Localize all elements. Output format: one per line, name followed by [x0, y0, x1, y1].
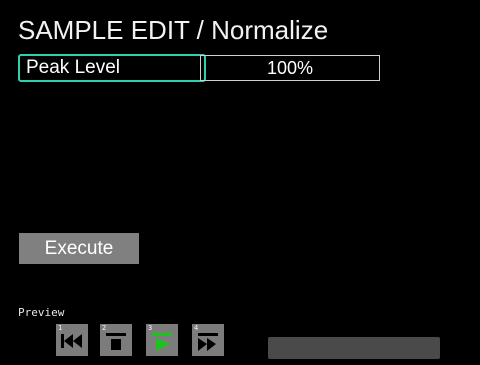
peak-level-value[interactable]: 100% [200, 55, 380, 81]
rewind-to-start-icon [61, 334, 82, 348]
stop-button[interactable]: 2 [100, 324, 132, 356]
page-title: SAMPLE EDIT / Normalize [18, 15, 329, 45]
peak-level-row: Peak Level 100% [18, 54, 380, 82]
stop-icon [106, 333, 126, 350]
execute-button[interactable]: Execute [19, 233, 139, 264]
rewind-to-start-button[interactable]: 1 [56, 324, 88, 356]
play-icon [152, 333, 172, 351]
fast-forward-icon [198, 333, 218, 351]
peak-level-label[interactable]: Peak Level [18, 54, 206, 82]
fast-forward-button[interactable]: 4 [192, 324, 224, 356]
play-button[interactable]: 3 [146, 324, 178, 356]
preview-label: Preview [18, 306, 65, 319]
preview-progress-bar [268, 337, 440, 359]
